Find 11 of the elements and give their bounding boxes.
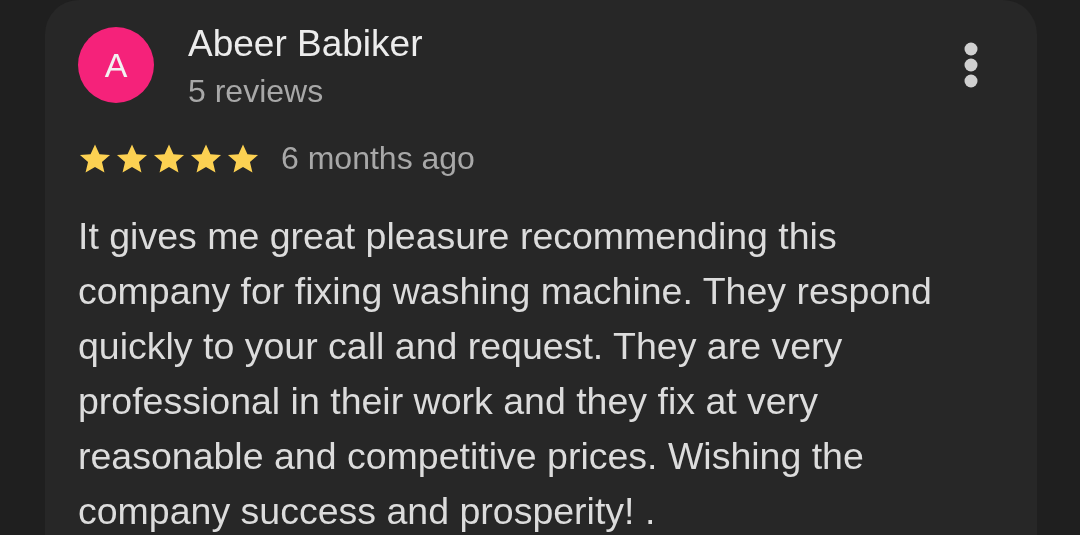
star-icon bbox=[189, 142, 223, 175]
more-options-icon[interactable] bbox=[964, 42, 978, 88]
review-time: 6 months ago bbox=[281, 140, 475, 177]
avatar: A bbox=[78, 27, 154, 103]
review-count: 5 reviews bbox=[188, 74, 325, 108]
star-icon bbox=[78, 142, 112, 175]
star-icon bbox=[226, 142, 260, 175]
star-icon bbox=[152, 142, 186, 175]
review-text: It gives me great pleasure recommending this company for fixing washing machine. They respond quickly to your call and request. They are very professional in their work and they fix at very reasonable and competitive prices. Wishing the company success and prosperity! . bbox=[78, 214, 933, 534]
star-icon bbox=[115, 142, 149, 175]
author-name[interactable]: Abeer Babiker bbox=[188, 26, 423, 62]
